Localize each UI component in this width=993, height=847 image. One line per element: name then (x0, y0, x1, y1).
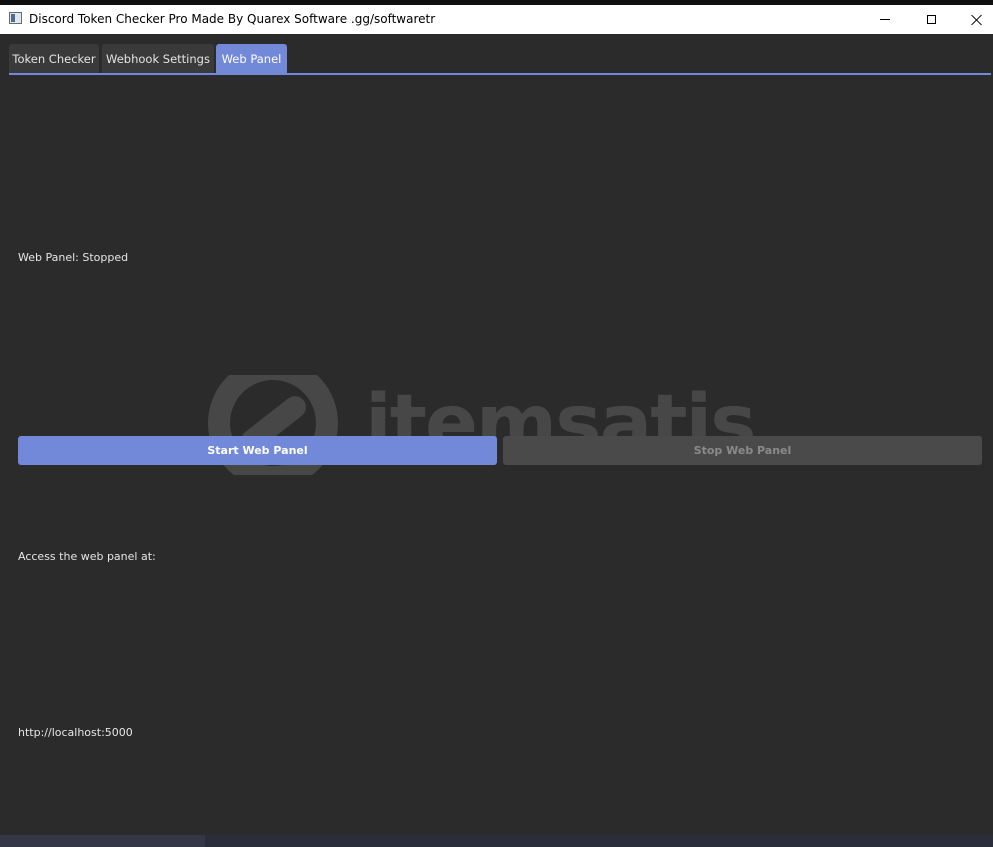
close-icon (971, 14, 983, 26)
stop-web-panel-button[interactable]: Stop Web Panel (503, 436, 982, 465)
minimize-button[interactable] (862, 5, 908, 34)
minimize-icon (880, 19, 890, 20)
web-panel-url: http://localhost:5000 (18, 726, 133, 739)
tab-token-checker[interactable]: Token Checker (9, 44, 99, 73)
maximize-icon (926, 15, 936, 24)
tab-underline (9, 73, 991, 75)
tab-webhook-settings[interactable]: Webhook Settings (102, 44, 214, 73)
access-info-label: Access the web panel at: (18, 550, 156, 563)
maximize-button[interactable] (908, 5, 954, 34)
app-window-icon (9, 12, 22, 24)
close-button[interactable] (954, 5, 993, 34)
web-panel-status-label: Web Panel: Stopped (18, 251, 129, 264)
start-web-panel-button[interactable]: Start Web Panel (18, 436, 497, 465)
taskbar-edge-left (0, 835, 205, 847)
title-bar[interactable]: Discord Token Checker Pro Made By Quarex… (0, 5, 993, 34)
window-title: Discord Token Checker Pro Made By Quarex… (29, 12, 436, 26)
tab-web-panel[interactable]: Web Panel (216, 44, 287, 73)
